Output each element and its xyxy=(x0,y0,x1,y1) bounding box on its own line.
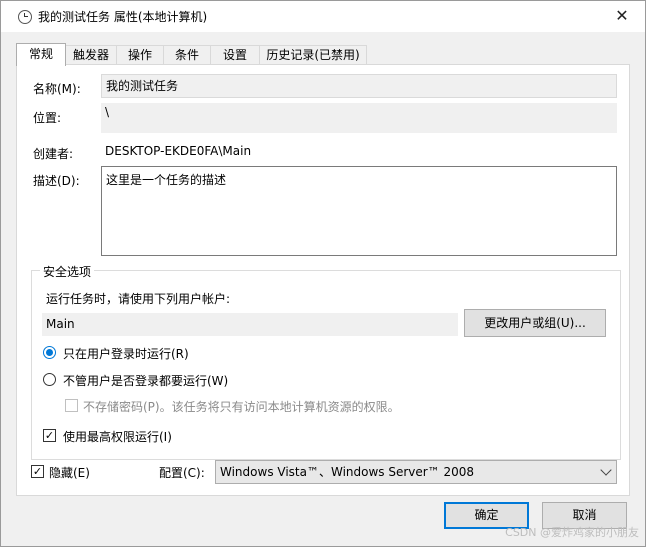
no-store-password-checkbox xyxy=(65,399,78,412)
radio-run-whether-logged-on[interactable] xyxy=(43,373,56,386)
hidden-checkbox[interactable]: ✓ xyxy=(31,465,44,478)
tab-actions[interactable]: 操作 xyxy=(116,45,164,65)
title-bar: 我的测试任务 属性(本地计算机) ✕ xyxy=(1,1,645,32)
watermark: CSDN @爱炸鸡家的小朋友 xyxy=(505,526,639,539)
no-store-password-label: 不存储密码(P)。该任务将只有访问本地计算机资源的权限。 xyxy=(83,400,400,414)
location-field: \ xyxy=(101,103,617,133)
tab-history[interactable]: 历史记录(已禁用) xyxy=(259,45,367,65)
general-tab-panel: 名称(M): 我的测试任务 位置: \ 创建者: DESKTOP-EKDE0FA… xyxy=(16,64,630,496)
hidden-label[interactable]: 隐藏(E) xyxy=(49,464,90,481)
task-properties-dialog: 我的测试任务 属性(本地计算机) ✕ 常规 触发器 操作 条件 设置 历史记录(… xyxy=(0,0,646,547)
description-textarea[interactable]: 这里是一个任务的描述 xyxy=(101,166,617,256)
location-label: 位置: xyxy=(33,111,62,125)
highest-privileges-checkbox[interactable]: ✓ xyxy=(43,429,56,442)
change-user-button[interactable]: 更改用户或组(U)... xyxy=(464,309,606,337)
clock-icon xyxy=(18,10,32,24)
tab-settings[interactable]: 设置 xyxy=(210,45,260,65)
configure-select[interactable]: Windows Vista™、Windows Server™ 2008 xyxy=(215,460,617,484)
run-as-prompt: 运行任务时，请使用下列用户帐户: xyxy=(46,292,231,306)
tab-triggers[interactable]: 触发器 xyxy=(65,45,117,65)
user-account-field: Main xyxy=(42,313,458,336)
author-label: 创建者: xyxy=(33,147,74,161)
security-options-group: 安全选项 运行任务时，请使用下列用户帐户: Main 更改用户或组(U)... … xyxy=(31,263,621,460)
radio-run-whether-logged-on-label[interactable]: 不管用户是否登录都要运行(W) xyxy=(63,372,228,389)
chevron-down-icon xyxy=(600,464,612,476)
tab-general[interactable]: 常规 xyxy=(16,43,66,66)
window-title: 我的测试任务 属性(本地计算机) xyxy=(38,10,208,24)
radio-run-when-logged-on-label[interactable]: 只在用户登录时运行(R) xyxy=(63,345,189,362)
tab-conditions[interactable]: 条件 xyxy=(163,45,211,65)
author-value: DESKTOP-EKDE0FA\Main xyxy=(105,144,252,158)
configure-label: 配置(C): xyxy=(159,466,205,480)
name-field[interactable]: 我的测试任务 xyxy=(101,74,617,98)
description-label: 描述(D): xyxy=(33,174,80,188)
configure-select-value: Windows Vista™、Windows Server™ 2008 xyxy=(220,465,475,479)
highest-privileges-label[interactable]: 使用最高权限运行(I) xyxy=(63,428,172,445)
radio-run-when-logged-on[interactable] xyxy=(43,346,56,359)
security-group-title: 安全选项 xyxy=(40,263,95,280)
name-label: 名称(M): xyxy=(33,82,81,96)
close-button[interactable]: ✕ xyxy=(599,1,645,32)
